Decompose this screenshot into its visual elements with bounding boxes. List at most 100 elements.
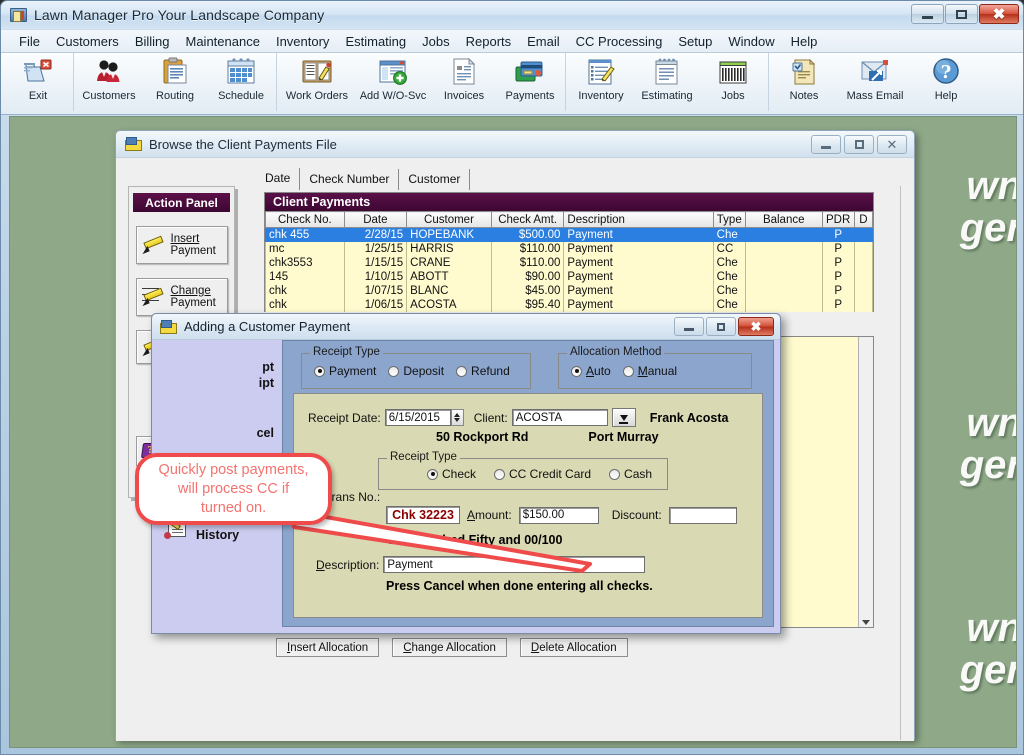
browse-close-button[interactable]: ✕ (877, 135, 907, 154)
dialog-minimize-button[interactable] (674, 317, 704, 336)
radio-cash[interactable]: Cash (609, 467, 652, 481)
cell-d (853, 269, 874, 284)
tab-customer[interactable]: Customer (399, 169, 471, 190)
cancel-button[interactable]: cel (164, 426, 282, 440)
browse-minimize-button[interactable] (811, 135, 841, 154)
toolbar-button-customers[interactable]: Customers (76, 53, 142, 109)
menu-maintenance[interactable]: Maintenance (178, 32, 268, 51)
maximize-button[interactable] (945, 4, 978, 24)
client-input[interactable]: ACOSTA (511, 409, 608, 426)
menu-help[interactable]: Help (783, 32, 826, 51)
change-receipt-button[interactable]: ipt (164, 376, 282, 390)
svg-text:?: ? (941, 62, 952, 83)
col-description[interactable]: Description (563, 211, 714, 228)
col-check-no[interactable]: Check No. (265, 211, 345, 228)
table-row[interactable]: 145 1/10/15 ABOTT $90.00 Payment Che P (265, 269, 874, 284)
cell-type: Che (712, 227, 746, 242)
menu-jobs[interactable]: Jobs (414, 32, 457, 51)
col-d[interactable]: D (853, 211, 874, 228)
insert-payment-label-2: Payment (170, 245, 216, 257)
menu-cc-processing[interactable]: CC Processing (568, 32, 671, 51)
browse-maximize-button[interactable] (844, 135, 874, 154)
cell-type: Che (712, 283, 746, 298)
radio-cc-credit-card[interactable]: CC Credit Card (494, 467, 591, 481)
insert-receipt-button[interactable]: pt (164, 360, 282, 374)
table-row[interactable]: mc 1/25/15 HARRIS $110.00 Payment CC P (265, 241, 874, 256)
radio-check[interactable]: Check (427, 467, 476, 481)
exit-folder-icon (22, 57, 54, 87)
cell-pdr: P (821, 255, 855, 270)
col-balance[interactable]: Balance (744, 211, 823, 228)
col-pdr[interactable]: PDR (821, 211, 855, 228)
tab-date[interactable]: Date (256, 168, 301, 190)
table-row[interactable]: chk 455 2/28/15 HOPEBANK $500.00 Payment… (265, 227, 874, 242)
col-customer[interactable]: Customer (406, 211, 492, 228)
table-row[interactable]: chk 1/06/15 ACOSTA $95.40 Payment Che P (265, 297, 874, 312)
menu-estimating[interactable]: Estimating (337, 32, 414, 51)
receipt-date-input[interactable]: 6/15/2015 (384, 409, 451, 426)
menu-file[interactable]: File (11, 32, 48, 51)
client-payments-grid[interactable]: Client Payments Check No. Date Customer … (264, 192, 874, 312)
receipt-date-label: Receipt Date: (308, 410, 381, 425)
cell-check-amt: $110.00 (490, 241, 565, 256)
toolbar-button-help[interactable]: ? Help (913, 53, 979, 109)
cell-check-no: chk (265, 297, 345, 312)
toolbar-button-schedule[interactable]: Schedule (208, 53, 274, 109)
toolbar-button-inventory[interactable]: Inventory (568, 53, 634, 109)
toolbar-button-work-orders[interactable]: Work Orders (279, 53, 355, 109)
table-row[interactable]: chk3553 1/15/15 CRANE $110.00 Payment Ch… (265, 255, 874, 270)
radio-refund[interactable]: Refund (456, 364, 510, 378)
toolbar-button-payments[interactable]: Payments (497, 53, 563, 109)
menu-customers[interactable]: Customers (48, 32, 127, 51)
toolbar-button-mass-email[interactable]: Mass Email (837, 53, 913, 109)
close-button[interactable]: ✖ (979, 4, 1019, 24)
toolbar-button-exit[interactable]: Exit (5, 53, 71, 109)
radio-auto[interactable]: Auto (571, 364, 611, 378)
col-check-amt[interactable]: Check Amt. (490, 211, 565, 228)
menu-inventory[interactable]: Inventory (268, 32, 337, 51)
radio-deposit-indicator (388, 365, 400, 377)
watermark-text: ger (959, 443, 1017, 487)
col-date[interactable]: Date (343, 211, 408, 228)
tab-check-number[interactable]: Check Number (300, 169, 400, 190)
menu-setup[interactable]: Setup (670, 32, 720, 51)
cell-check-amt: $500.00 (490, 227, 565, 242)
radio-deposit[interactable]: Deposit (388, 364, 444, 378)
toolbar-button-estimating[interactable]: Estimating (634, 53, 700, 109)
dialog-close-button[interactable]: ✖ (738, 317, 774, 336)
dialog-maximize-button[interactable] (706, 317, 736, 336)
toolbar-button-add-wo-svc[interactable]: Add W/O-Svc (355, 53, 431, 109)
menu-email[interactable]: Email (519, 32, 568, 51)
menu-window[interactable]: Window (720, 32, 782, 51)
insert-payment-button[interactable]: Insert Payment (135, 226, 228, 264)
change-payment-button[interactable]: Change Payment (135, 278, 228, 316)
toolbar-button-invoices[interactable]: Invoices (431, 53, 497, 109)
client-dropdown-button[interactable] (611, 408, 636, 427)
scroll-down-arrow-icon[interactable] (862, 620, 870, 625)
allocation-scrollbar[interactable] (858, 337, 873, 627)
insert-allocation-button[interactable]: Insert Allocation (276, 638, 380, 657)
cell-d (853, 283, 874, 298)
receipt-type-group: Receipt Type Payment Deposit Refund (301, 346, 531, 389)
menu-billing[interactable]: Billing (127, 32, 178, 51)
toolbar-button-routing[interactable]: Routing (142, 53, 208, 109)
receipt-date-spinner[interactable] (450, 409, 464, 426)
table-row[interactable]: chk 1/07/15 BLANC $45.00 Payment Che P (265, 283, 874, 298)
browse-vertical-scrollbar[interactable] (900, 186, 913, 740)
toolbar: Exit Customers Routing Schedule Work Ord… (1, 53, 1023, 115)
add-work-order-icon (377, 57, 409, 87)
toolbar-button-notes[interactable]: Notes (771, 53, 837, 109)
delete-allocation-button[interactable]: Delete Allocation (519, 638, 628, 657)
radio-manual[interactable]: Manual (622, 364, 677, 378)
menu-reports[interactable]: Reports (458, 32, 520, 51)
toolbar-label-routing: Routing (156, 90, 194, 102)
minimize-button[interactable] (911, 4, 944, 24)
toolbar-label-exit: Exit (28, 90, 48, 102)
radio-refund-indicator (456, 365, 468, 377)
toolbar-button-jobs[interactable]: Jobs (700, 53, 766, 109)
change-allocation-button[interactable]: Change Allocation (392, 638, 507, 657)
discount-input[interactable] (668, 506, 737, 524)
cell-pdr: P (821, 269, 855, 284)
col-type[interactable]: Type (712, 211, 746, 228)
radio-payment[interactable]: Payment (314, 364, 376, 378)
